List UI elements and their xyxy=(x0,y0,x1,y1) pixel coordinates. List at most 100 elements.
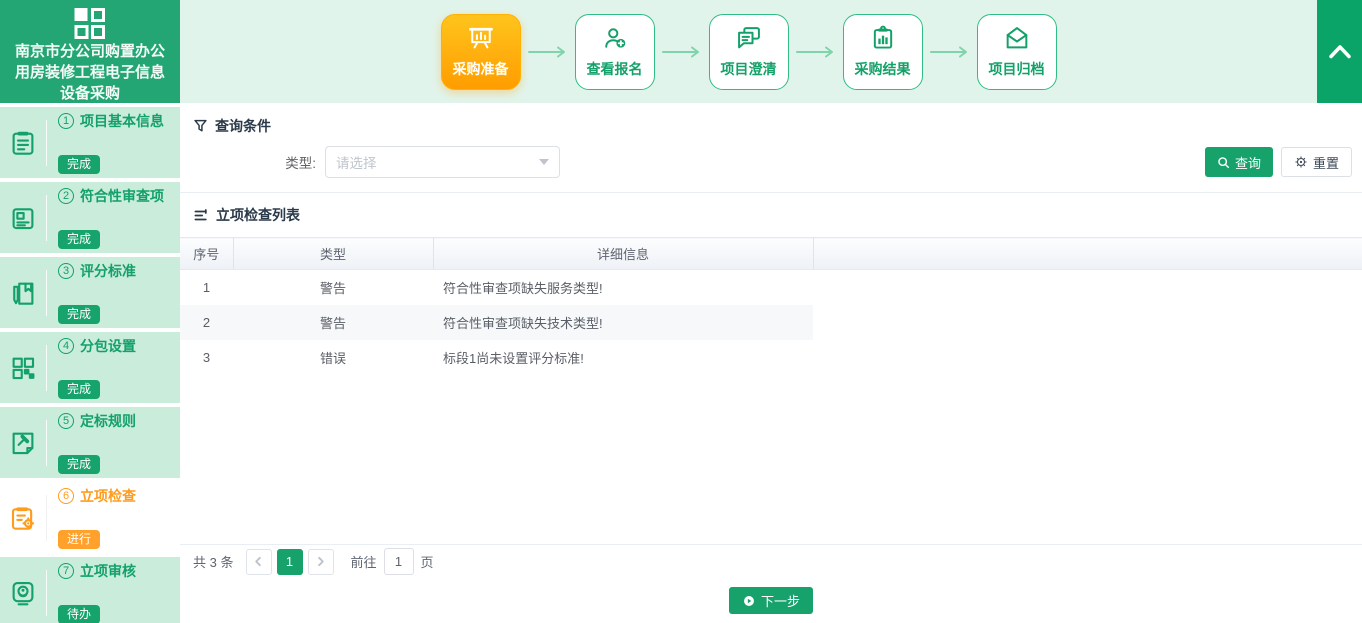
status-badge: 完成 xyxy=(58,230,100,249)
chevron-up-icon xyxy=(1328,44,1352,59)
chart-board-icon xyxy=(467,24,495,52)
cell-filler xyxy=(813,340,1362,375)
reset-button[interactable]: 重置 xyxy=(1281,147,1352,177)
qr-grid-icon xyxy=(0,353,46,383)
search-button-label: 查询 xyxy=(1235,153,1261,172)
webcam-icon xyxy=(0,578,46,608)
cell-seq: 1 xyxy=(180,270,233,305)
sidebar-item-project-check[interactable]: 6 立项检查 进行 xyxy=(0,482,180,553)
chevron-right-icon xyxy=(315,556,326,567)
page-unit-label: 页 xyxy=(421,552,434,571)
search-button[interactable]: 查询 xyxy=(1205,147,1273,177)
project-title: 南京市分公司购置办公用房装修工程电子信息设备采购 xyxy=(0,40,180,104)
type-select[interactable]: 请选择 xyxy=(325,146,560,178)
goto-page-input[interactable] xyxy=(384,548,414,575)
cell-seq: 3 xyxy=(180,340,233,375)
item-divider xyxy=(46,120,47,166)
cell-filler xyxy=(813,305,1362,340)
cell-filler xyxy=(813,270,1362,305)
sidebar-menu: 1 项目基本信息 完成 2 xyxy=(0,103,180,623)
cell-type: 警告 xyxy=(233,305,433,340)
sidebar-item-scoring-criteria[interactable]: 3 评分标准 完成 xyxy=(0,257,180,328)
workflow-steps: 采购准备 xyxy=(441,14,1102,90)
check-list-section: 立项检查列表 序号 类型 详细信息 1 xyxy=(180,192,1362,375)
item-divider xyxy=(46,345,47,391)
list-icon xyxy=(193,208,209,223)
column-header-filler xyxy=(813,238,1362,270)
id-card-icon xyxy=(0,203,46,233)
user-add-icon xyxy=(601,24,629,52)
next-step-button[interactable]: 下一步 xyxy=(729,587,813,614)
cell-type: 警告 xyxy=(233,270,433,305)
sidebar-item-label: 项目基本信息 xyxy=(80,111,164,131)
step-label: 项目澄清 xyxy=(721,59,777,79)
next-step-label: 下一步 xyxy=(761,591,800,610)
gavel-doc-icon xyxy=(0,428,46,458)
cell-detail: 符合性审查项缺失服务类型! xyxy=(433,270,813,305)
step-number: 1 xyxy=(58,113,74,129)
sidebar-item-project-approval[interactable]: 7 立项审核 待办 xyxy=(0,557,180,623)
grid-logo-icon xyxy=(0,0,180,40)
status-badge: 进行 xyxy=(58,530,100,549)
arrow-right-icon xyxy=(655,45,709,59)
check-list-title: 立项检查列表 xyxy=(216,205,300,225)
page-number-button[interactable]: 1 xyxy=(277,549,303,575)
next-page-button[interactable] xyxy=(308,549,334,575)
pen-notebook-icon xyxy=(0,278,46,308)
step-project-archive[interactable]: 项目归档 xyxy=(977,14,1057,90)
status-badge: 待办 xyxy=(58,605,100,623)
gear-icon xyxy=(1294,155,1308,169)
item-divider xyxy=(46,270,47,316)
sidebar-item-compliance-review[interactable]: 2 符合性审查项 完成 xyxy=(0,182,180,253)
check-list-table: 序号 类型 详细信息 1 警告 符合性审查项缺失服务类型! xyxy=(180,237,1362,375)
table-row: 1 警告 符合性审查项缺失服务类型! xyxy=(180,270,1362,305)
footer-bar: 下一步 xyxy=(180,578,1362,623)
collapse-panel-button[interactable] xyxy=(1317,0,1362,103)
pagination-bar: 共 3 条 1 xyxy=(180,544,1362,578)
item-divider xyxy=(46,420,47,466)
sidebar-item-label: 分包设置 xyxy=(80,336,136,356)
play-circle-icon xyxy=(742,594,756,608)
main-area: 采购准备 xyxy=(180,0,1362,623)
step-number: 2 xyxy=(58,188,74,204)
caret-down-icon xyxy=(539,159,549,165)
item-divider xyxy=(46,495,47,541)
funnel-icon xyxy=(193,118,208,134)
query-section: 查询条件 类型: 请选择 xyxy=(180,103,1362,192)
step-number: 6 xyxy=(58,488,74,504)
search-icon xyxy=(1217,156,1230,169)
reset-button-label: 重置 xyxy=(1313,153,1339,172)
step-label: 采购准备 xyxy=(453,59,509,79)
content-spacer xyxy=(180,375,1362,545)
step-number: 4 xyxy=(58,338,74,354)
prev-page-button[interactable] xyxy=(246,549,272,575)
step-view-registration[interactable]: 查看报名 xyxy=(575,14,655,90)
column-header-type: 类型 xyxy=(233,238,433,270)
app-window: 南京市分公司购置办公用房装修工程电子信息设备采购 1 项目基本信息 xyxy=(0,0,1362,623)
workflow-bar: 采购准备 xyxy=(180,0,1362,103)
total-count-text: 共 3 条 xyxy=(193,552,234,571)
sidebar-item-label: 评分标准 xyxy=(80,261,136,281)
table-row: 2 警告 符合性审查项缺失技术类型! xyxy=(180,305,1362,340)
arrow-right-icon xyxy=(789,45,843,59)
clipboard-gear-icon xyxy=(0,503,46,533)
step-label: 采购结果 xyxy=(855,59,911,79)
step-procure-prepare[interactable]: 采购准备 xyxy=(441,14,521,90)
sidebar-item-basic-info[interactable]: 1 项目基本信息 完成 xyxy=(0,107,180,178)
step-project-clarify[interactable]: 项目澄清 xyxy=(709,14,789,90)
step-label: 查看报名 xyxy=(587,59,643,79)
sidebar-item-award-rules[interactable]: 5 定标规则 完成 xyxy=(0,407,180,478)
status-badge: 完成 xyxy=(58,155,100,174)
total-count: 3 xyxy=(210,555,217,570)
clipboard-lines-icon xyxy=(0,128,46,158)
sidebar-item-label: 立项审核 xyxy=(80,561,136,581)
status-badge: 完成 xyxy=(58,380,100,399)
content-panel: 查询条件 类型: 请选择 xyxy=(180,103,1362,623)
chat-bubbles-icon xyxy=(735,24,763,52)
result-clipboard-icon xyxy=(869,24,897,52)
envelope-icon xyxy=(1003,24,1031,52)
sidebar-item-subpackage-settings[interactable]: 4 分包设置 完成 xyxy=(0,332,180,403)
step-procure-result[interactable]: 采购结果 xyxy=(843,14,923,90)
type-label: 类型: xyxy=(180,152,325,172)
step-number: 3 xyxy=(58,263,74,279)
